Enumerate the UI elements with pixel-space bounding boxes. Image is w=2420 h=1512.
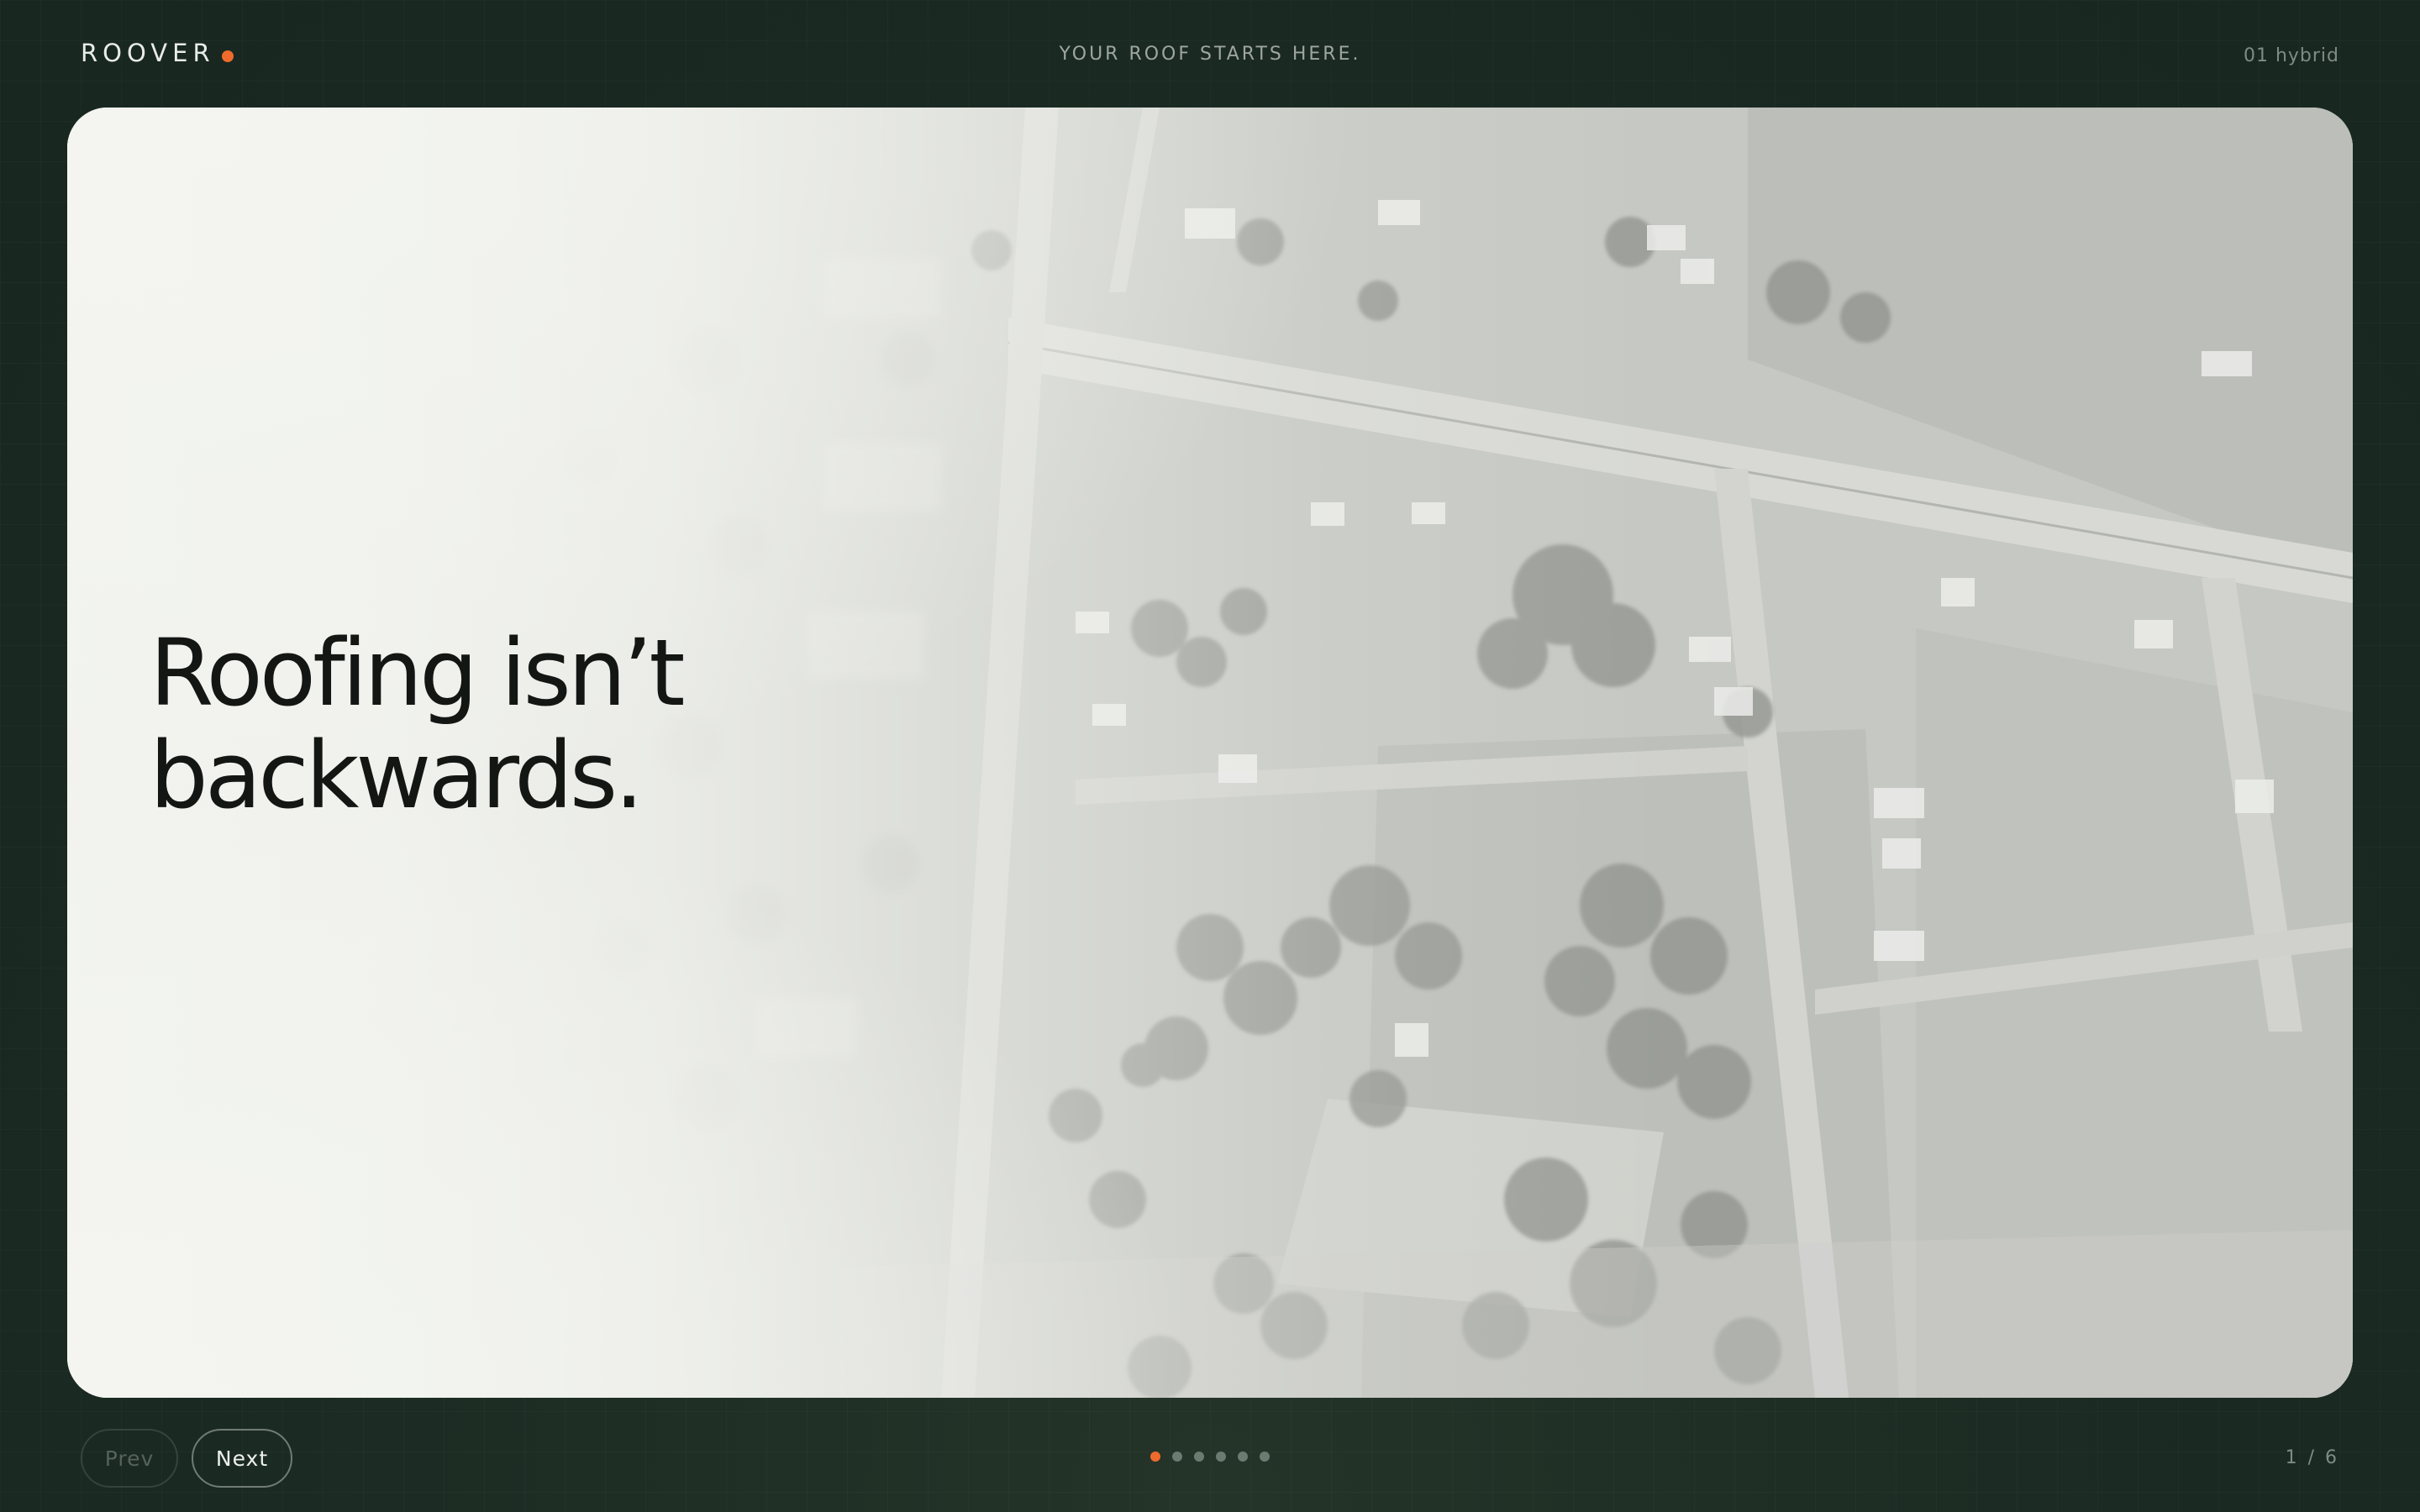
slide-pagination	[0, 1452, 2420, 1462]
variant-label: 01 hybrid	[2243, 45, 2339, 66]
pagination-dot-6[interactable]	[1260, 1452, 1270, 1462]
hero-slide: Roofing isn’t backwards.	[67, 108, 2353, 1398]
pagination-dot-4[interactable]	[1216, 1452, 1226, 1462]
headline-line-1: Roofing isn’t	[150, 619, 686, 727]
headline-line-2: backwards.	[150, 722, 644, 829]
tagline: YOUR ROOF STARTS HERE.	[1059, 44, 1361, 65]
hero-headline: Roofing isn’t backwards.	[150, 619, 686, 829]
pagination-dot-1[interactable]	[1150, 1452, 1160, 1462]
pagination-dot-2[interactable]	[1172, 1452, 1182, 1462]
presentation-page: ROOVER YOUR ROOF STARTS HERE. 01 hybrid	[0, 0, 2420, 1512]
slide-counter: 1 / 6	[2285, 1447, 2339, 1468]
pagination-dot-3[interactable]	[1194, 1452, 1204, 1462]
pagination-dot-5[interactable]	[1238, 1452, 1248, 1462]
